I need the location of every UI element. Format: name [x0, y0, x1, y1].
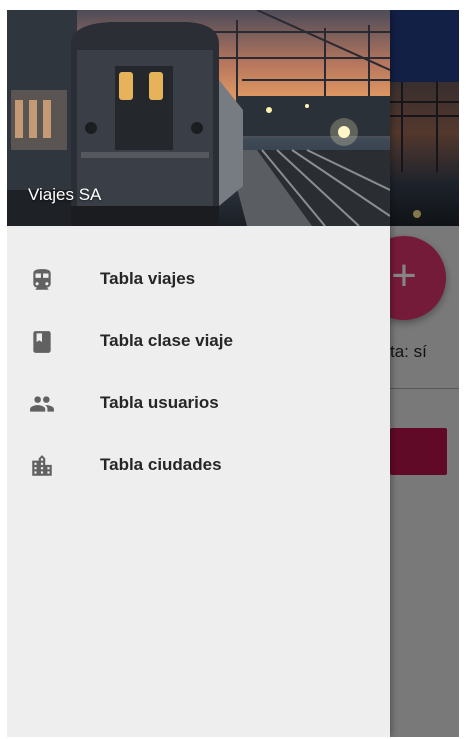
menu-item-tabla-clase-viaje[interactable]: Tabla clase viaje: [7, 310, 390, 372]
menu-item-tabla-viajes[interactable]: Tabla viajes: [7, 248, 390, 310]
bookmark-icon: [33, 331, 51, 353]
menu-item-label: Tabla ciudades: [100, 455, 222, 474]
menu-item-label: Tabla usuarios: [100, 393, 219, 412]
drawer-header-title: Viajes SA: [28, 185, 102, 204]
train-icon: [33, 269, 51, 290]
screen: ta: sí + Viajes SA Tabla viajes Tabla cl…: [7, 10, 459, 737]
city-icon: [32, 455, 52, 476]
menu-item-tabla-usuarios[interactable]: Tabla usuarios: [7, 372, 390, 434]
menu-item-label: Tabla clase viaje: [100, 331, 233, 350]
drawer-header: Viajes SA: [7, 10, 390, 226]
menu-item-label: Tabla viajes: [100, 269, 196, 288]
people-icon: [30, 396, 54, 412]
menu-item-tabla-ciudades[interactable]: Tabla ciudades: [7, 434, 390, 496]
navigation-drawer: Viajes SA Tabla viajes Tabla clase viaje: [7, 10, 390, 737]
